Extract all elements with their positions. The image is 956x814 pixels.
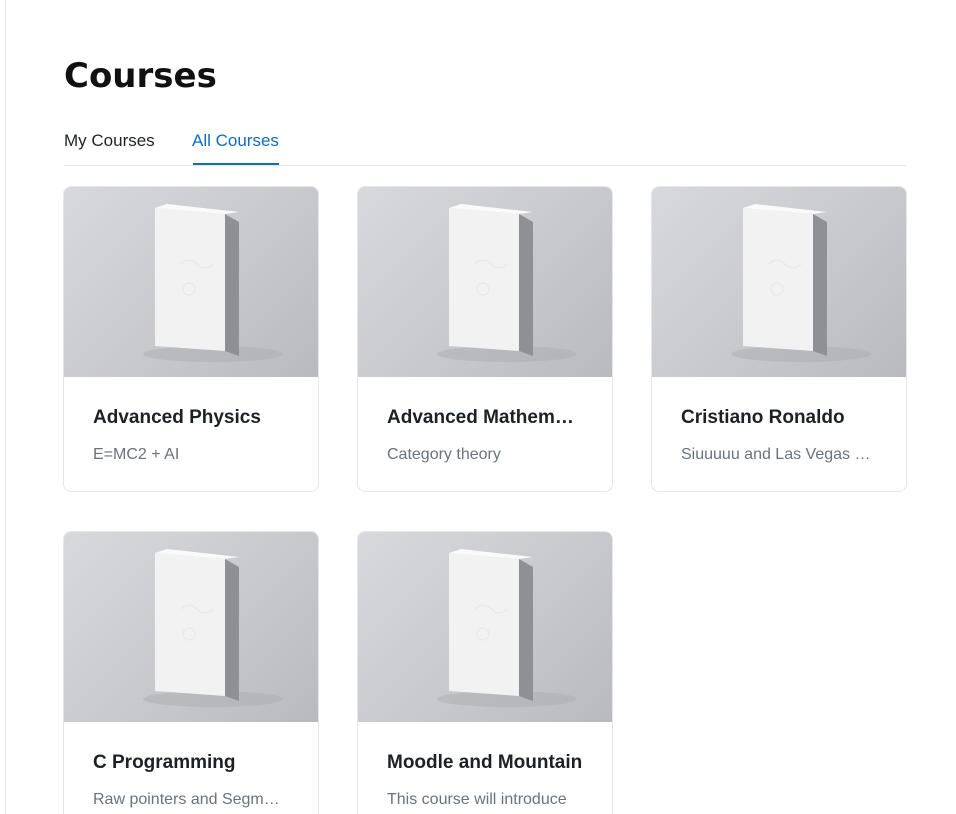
course-image — [358, 532, 612, 722]
course-tabs: My Courses All Courses — [64, 120, 906, 166]
tab-my-courses[interactable]: My Courses — [64, 131, 155, 151]
page-title: Courses — [64, 56, 217, 96]
course-image — [358, 187, 612, 377]
course-image — [64, 187, 318, 377]
course-summary: Siuuuuu and Las Vegas events — [681, 446, 871, 463]
course-summary: Raw pointers and Segmentation faults — [93, 791, 283, 808]
tab-all-courses[interactable]: All Courses — [192, 131, 279, 151]
course-title: Advanced Mathematics — [387, 407, 583, 428]
app-root: Courses My Courses All Courses Advanced — [0, 0, 956, 814]
course-title: C Programming — [93, 752, 236, 773]
course-title: Advanced Physics — [93, 407, 261, 428]
course-summary: Category theory — [387, 446, 501, 463]
course-card[interactable]: C Programming Raw pointers and Segmentat… — [63, 531, 319, 814]
course-card[interactable]: Cristiano Ronaldo Siuuuuu and Las Vegas … — [651, 186, 907, 492]
course-card[interactable]: Advanced Physics E=MC2 + AI — [63, 186, 319, 492]
active-tab-indicator — [193, 163, 279, 165]
course-card[interactable]: Advanced Mathematics Category theory — [357, 186, 613, 492]
sidebar-divider — [5, 0, 6, 814]
course-title: Moodle and Mountain — [387, 752, 583, 773]
course-card[interactable]: Moodle and Mountain This course will int… — [357, 531, 613, 814]
course-summary: E=MC2 + AI — [93, 446, 180, 463]
course-image — [652, 187, 906, 377]
course-title: Cristiano Ronaldo — [681, 407, 845, 428]
course-summary: This course will introduce — [387, 791, 567, 808]
course-image — [64, 532, 318, 722]
